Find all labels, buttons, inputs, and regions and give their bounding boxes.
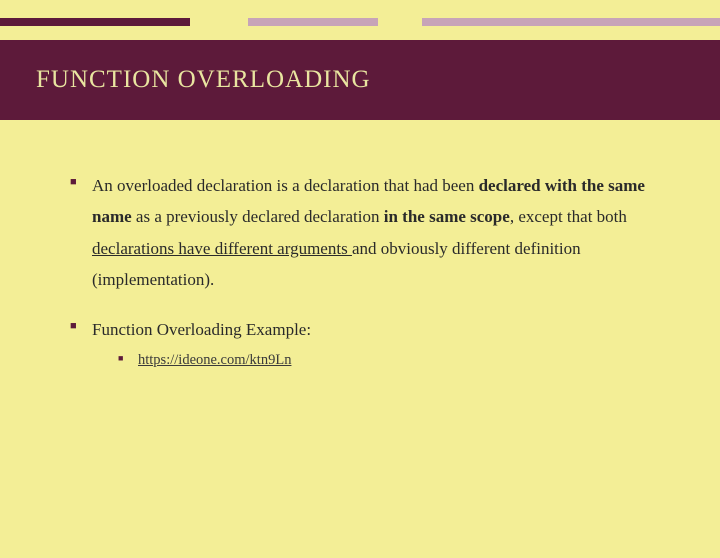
example-link[interactable]: https://ideone.com/ktn9Ln: [138, 352, 291, 368]
text-run: , except that both: [510, 207, 627, 226]
list-item: https://ideone.com/ktn9Ln: [92, 349, 664, 372]
sub-list: https://ideone.com/ktn9Ln: [92, 349, 664, 372]
text-run: Function Overloading Example:: [92, 320, 311, 339]
accent-gap: [378, 18, 422, 26]
accent-segment: [248, 18, 378, 26]
accent-segment: [422, 18, 720, 26]
accent-segment: [0, 18, 190, 26]
text-run: as a previously declared declaration: [132, 207, 384, 226]
text-bold: in the same scope: [384, 207, 510, 226]
accent-gap: [190, 18, 248, 26]
bullet-list: An overloaded declaration is a declarati…: [70, 170, 664, 372]
text-run: An overloaded declaration is a declarati…: [92, 176, 479, 195]
accent-bar: [0, 18, 720, 26]
list-item: Function Overloading Example: https://id…: [70, 314, 664, 373]
content-area: An overloaded declaration is a declarati…: [0, 120, 720, 372]
title-band: FUNCTION OVERLOADING: [0, 40, 720, 120]
slide-title: FUNCTION OVERLOADING: [36, 66, 684, 94]
text-underline: declarations have different arguments: [92, 239, 352, 258]
list-item: An overloaded declaration is a declarati…: [70, 170, 664, 296]
